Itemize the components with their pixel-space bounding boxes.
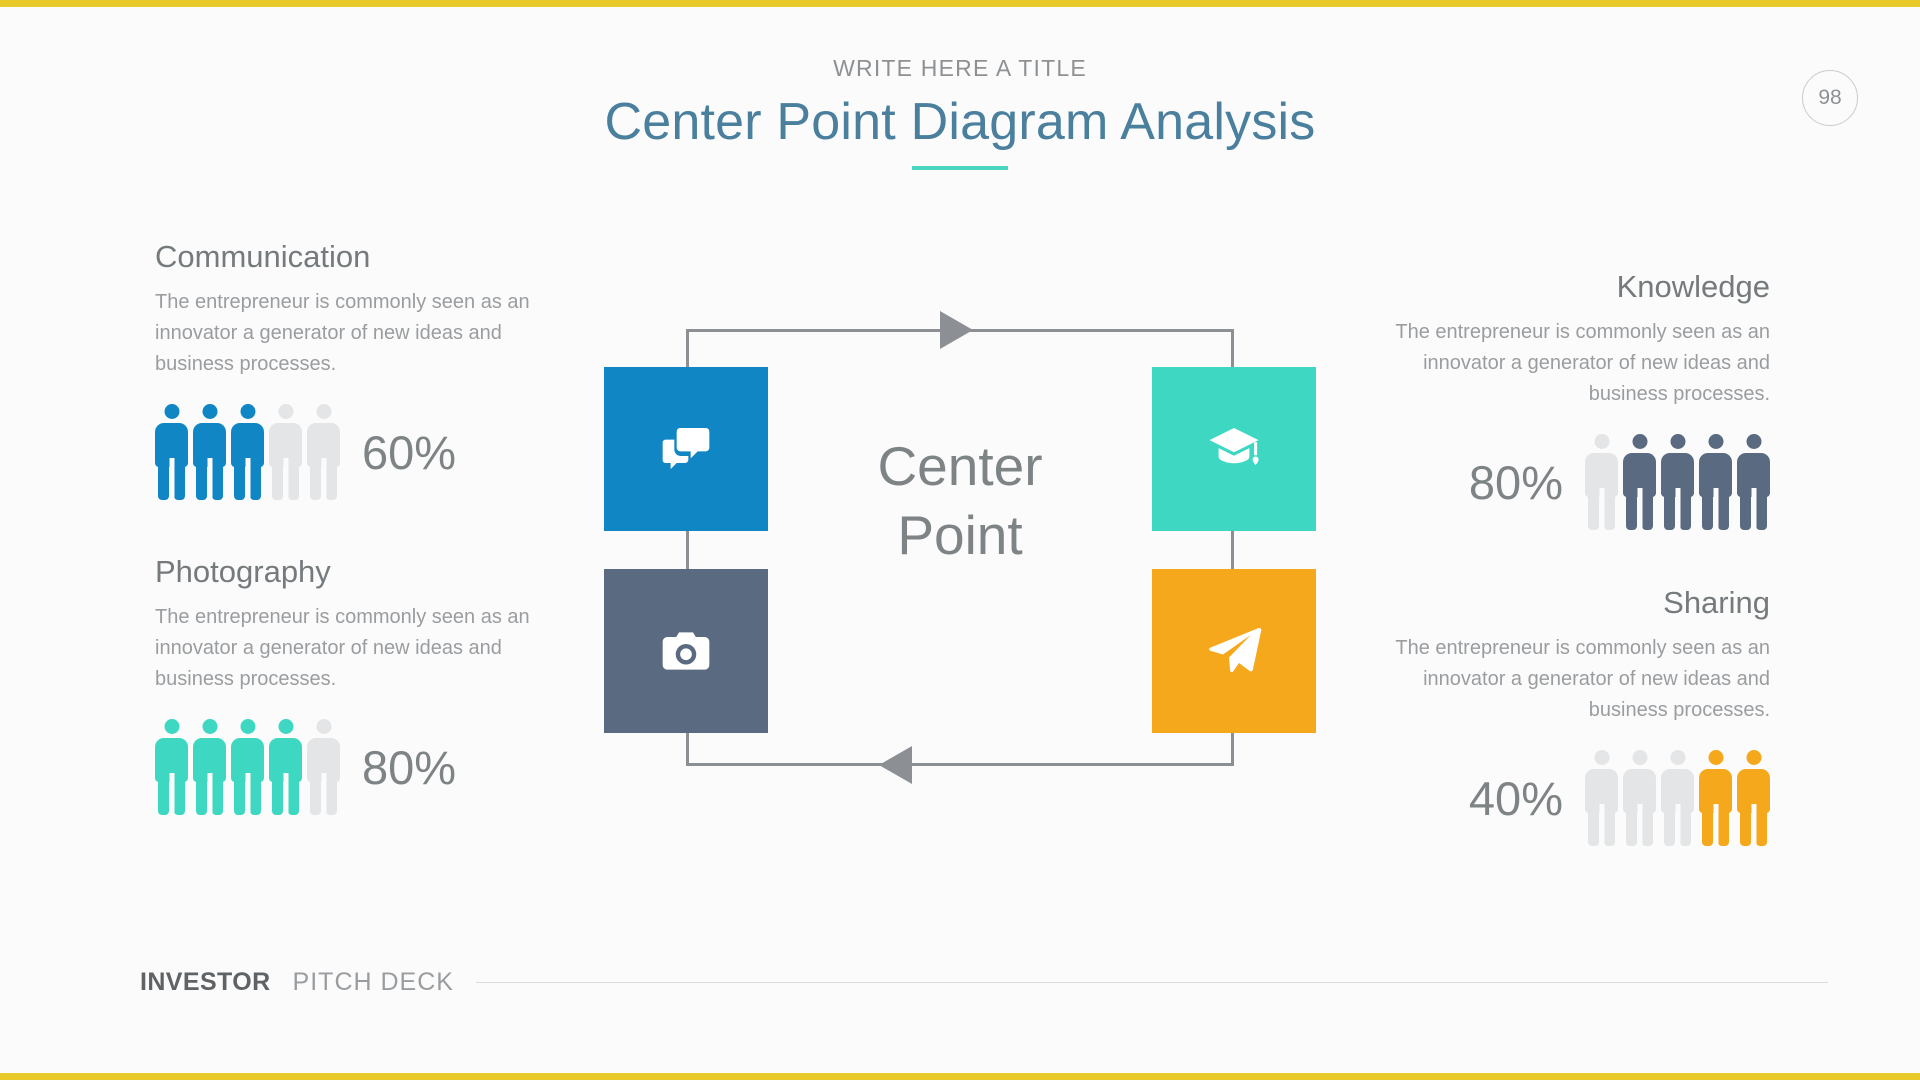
panel-title-sharing: Sharing xyxy=(1663,585,1770,620)
camera-icon xyxy=(662,632,710,670)
arrow-left-icon xyxy=(879,746,912,784)
percent-sharing: 40% xyxy=(1468,771,1563,825)
slide-header: WRITE HERE A TITLE Center Point Diagram … xyxy=(0,55,1920,170)
person-icon xyxy=(1585,434,1618,530)
person-icon xyxy=(269,719,302,815)
person-icon xyxy=(1623,750,1656,846)
stat-row-communication: 60% xyxy=(155,404,565,500)
stat-row-photography: 80% xyxy=(155,719,565,815)
page-title: Center Point Diagram Analysis xyxy=(604,93,1316,151)
person-icon xyxy=(231,404,264,500)
person-icon xyxy=(155,404,188,500)
slide-footer: INVESTOR PITCH DECK xyxy=(140,968,1828,997)
person-icon xyxy=(155,719,188,815)
tile-photography[interactable] xyxy=(604,569,768,733)
title-underline-rule xyxy=(912,166,1008,170)
page-number-badge: 98 xyxy=(1802,70,1858,126)
people-chart-knowledge xyxy=(1585,434,1770,530)
stat-row-sharing: 40% xyxy=(1360,750,1770,846)
person-icon xyxy=(1623,434,1656,530)
center-label-line2: Point xyxy=(897,503,1023,566)
person-icon xyxy=(307,719,340,815)
panel-communication: Communication The entrepreneur is common… xyxy=(155,239,565,500)
panel-title-photography: Photography xyxy=(155,554,331,589)
person-icon xyxy=(193,404,226,500)
panel-photography: Photography The entrepreneur is commonly… xyxy=(155,554,565,815)
people-chart-communication xyxy=(155,404,340,500)
arrow-right-icon xyxy=(940,311,973,349)
center-label-line1: Center xyxy=(877,435,1043,497)
panel-title-knowledge: Knowledge xyxy=(1616,269,1770,304)
panel-body-knowledge: The entrepreneur is commonly seen as an … xyxy=(1395,321,1770,405)
panel-title-communication: Communication xyxy=(155,239,371,274)
person-icon xyxy=(307,404,340,500)
panel-sharing: Sharing The entrepreneur is commonly see… xyxy=(1360,585,1770,846)
panel-knowledge: Knowledge The entrepreneur is commonly s… xyxy=(1360,269,1770,530)
person-icon xyxy=(1661,750,1694,846)
person-icon xyxy=(1585,750,1618,846)
tile-communication[interactable] xyxy=(604,367,768,531)
center-point-label: Center Point xyxy=(784,432,1136,570)
center-point-diagram: Center Point xyxy=(604,307,1316,807)
chat-bubbles-icon xyxy=(662,428,710,470)
graduation-cap-icon xyxy=(1209,428,1259,466)
people-chart-sharing xyxy=(1585,750,1770,846)
footer-brand-bold: INVESTOR xyxy=(140,968,271,996)
connector-line-bottom xyxy=(686,763,1234,766)
people-chart-photography xyxy=(155,719,340,815)
person-icon xyxy=(1737,434,1770,530)
percent-communication: 60% xyxy=(362,425,457,479)
kicker-text: WRITE HERE A TITLE xyxy=(833,55,1087,81)
paper-plane-icon xyxy=(1209,628,1262,673)
person-icon xyxy=(1661,434,1694,530)
footer-rule xyxy=(475,982,1828,983)
panel-body-photography: The entrepreneur is commonly seen as an … xyxy=(155,606,530,690)
stat-row-knowledge: 80% xyxy=(1360,434,1770,530)
person-icon xyxy=(269,404,302,500)
person-icon xyxy=(1699,750,1732,846)
tile-sharing[interactable] xyxy=(1152,569,1316,733)
person-icon xyxy=(1699,434,1732,530)
panel-body-sharing: The entrepreneur is commonly seen as an … xyxy=(1395,637,1770,721)
tile-knowledge[interactable] xyxy=(1152,367,1316,531)
person-icon xyxy=(231,719,264,815)
page-number-text: 98 xyxy=(1818,86,1842,109)
percent-knowledge: 80% xyxy=(1468,455,1563,509)
person-icon xyxy=(193,719,226,815)
percent-photography: 80% xyxy=(362,740,457,794)
footer-brand-light: PITCH DECK xyxy=(292,968,454,996)
panel-body-communication: The entrepreneur is commonly seen as an … xyxy=(155,291,530,375)
person-icon xyxy=(1737,750,1770,846)
slide-canvas: WRITE HERE A TITLE Center Point Diagram … xyxy=(0,0,1920,1080)
